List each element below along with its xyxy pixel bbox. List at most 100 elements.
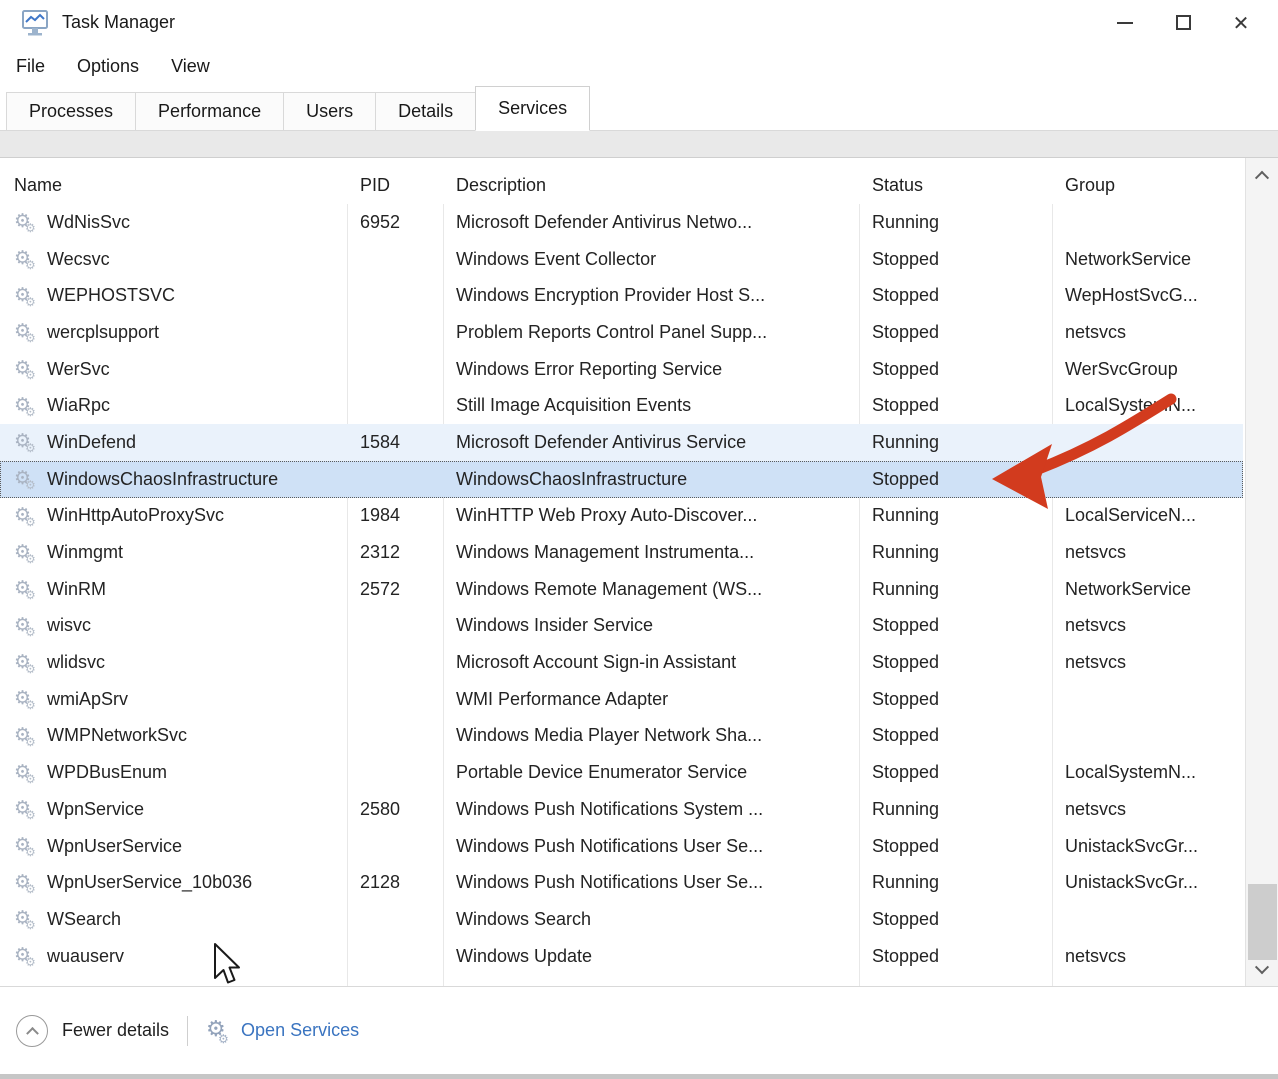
column-header-status[interactable]: Status [859, 175, 1052, 204]
scroll-down-button[interactable] [1246, 957, 1278, 983]
service-pid: 1584 [347, 432, 443, 453]
title-bar: Task Manager ✕ [0, 0, 1278, 45]
service-status: Stopped [859, 652, 1052, 673]
service-row[interactable]: ⚙⚙ wisvc Windows Insider Service Stopped… [0, 608, 1243, 645]
service-group: NetworkService [1052, 579, 1243, 600]
service-gear-icon: ⚙⚙ [14, 320, 41, 344]
service-row[interactable]: ⚙⚙ Wecsvc Windows Event Collector Stoppe… [0, 241, 1243, 278]
open-services-label: Open Services [241, 1020, 359, 1041]
service-description: Windows Event Collector [443, 249, 859, 270]
vertical-scrollbar[interactable] [1245, 158, 1278, 987]
service-gear-icon: ⚙⚙ [14, 394, 41, 418]
service-row[interactable]: ⚙⚙ WindowsChaosInfrastructure WindowsCha… [0, 461, 1243, 498]
service-status: Stopped [859, 725, 1052, 746]
service-row[interactable]: ⚙⚙ Winmgmt 2312 Windows Management Instr… [0, 534, 1243, 571]
service-name: wlidsvc [47, 652, 105, 673]
collapse-circle-icon [16, 1015, 48, 1047]
service-rows: ⚙⚙ WdNisSvc 6952 Microsoft Defender Anti… [0, 204, 1243, 974]
service-pid: 2128 [347, 872, 443, 893]
service-group: netsvcs [1052, 652, 1243, 673]
service-description: Windows Push Notifications User Se... [443, 836, 859, 857]
column-header-description[interactable]: Description [443, 175, 859, 204]
service-status: Running [859, 579, 1052, 600]
service-status: Stopped [859, 615, 1052, 636]
service-description: Windows Error Reporting Service [443, 359, 859, 380]
column-header-pid[interactable]: PID [347, 175, 443, 204]
service-status: Stopped [859, 359, 1052, 380]
service-description: Windows Encryption Provider Host S... [443, 285, 859, 306]
service-gear-icon: ⚙⚙ [14, 761, 41, 785]
scrollbar-thumb[interactable] [1248, 884, 1277, 960]
fewer-details-label: Fewer details [62, 1020, 169, 1041]
service-row[interactable]: ⚙⚙ WdNisSvc 6952 Microsoft Defender Anti… [0, 204, 1243, 241]
service-status: Stopped [859, 395, 1052, 416]
service-row[interactable]: ⚙⚙ WpnUserService Windows Push Notificat… [0, 828, 1243, 865]
service-status: Running [859, 505, 1052, 526]
service-pid: 6952 [347, 212, 443, 233]
service-group: netsvcs [1052, 322, 1243, 343]
tab-services[interactable]: Services [475, 86, 590, 131]
service-group: netsvcs [1052, 542, 1243, 563]
service-row[interactable]: ⚙⚙ WinDefend 1584 Microsoft Defender Ant… [0, 424, 1243, 461]
service-row[interactable]: ⚙⚙ wmiApSrv WMI Performance Adapter Stop… [0, 681, 1243, 718]
menu-bar: File Options View [0, 45, 1278, 88]
service-name: WpnUserService_10b036 [47, 872, 252, 893]
chevron-up-icon [26, 1027, 39, 1040]
column-header-name[interactable]: Name [0, 175, 347, 204]
service-gear-icon: ⚙⚙ [14, 430, 41, 454]
footer-divider [187, 1016, 188, 1046]
tab-users[interactable]: Users [283, 92, 376, 130]
service-row[interactable]: ⚙⚙ WinHttpAutoProxySvc 1984 WinHTTP Web … [0, 498, 1243, 535]
service-row[interactable]: ⚙⚙ WpnService 2580 Windows Push Notifica… [0, 791, 1243, 828]
service-description: WindowsChaosInfrastructure [443, 469, 859, 490]
tab-performance[interactable]: Performance [135, 92, 284, 130]
service-gear-icon: ⚙⚙ [14, 834, 41, 858]
menu-file[interactable]: File [14, 50, 47, 83]
menu-view[interactable]: View [169, 50, 212, 83]
service-group: netsvcs [1052, 799, 1243, 820]
close-button[interactable]: ✕ [1212, 0, 1270, 45]
fewer-details-button[interactable]: Fewer details [16, 1015, 169, 1047]
service-pid: 2580 [347, 799, 443, 820]
service-description: Windows Media Player Network Sha... [443, 725, 859, 746]
service-name: WinRM [47, 579, 106, 600]
service-row[interactable]: ⚙⚙ wuauserv Windows Update Stopped netsv… [0, 938, 1243, 975]
service-group: LocalSystemN... [1052, 395, 1243, 416]
service-row[interactable]: ⚙⚙ WerSvc Windows Error Reporting Servic… [0, 351, 1243, 388]
menu-options[interactable]: Options [75, 50, 141, 83]
service-gear-icon: ⚙⚙ [14, 247, 41, 271]
tab-processes[interactable]: Processes [6, 92, 136, 130]
service-description: WMI Performance Adapter [443, 689, 859, 710]
service-gear-icon: ⚙⚙ [14, 907, 41, 931]
service-group: NetworkService [1052, 249, 1243, 270]
service-status: Stopped [859, 689, 1052, 710]
service-row[interactable]: ⚙⚙ WinRM 2572 Windows Remote Management … [0, 571, 1243, 608]
service-row[interactable]: ⚙⚙ wlidsvc Microsoft Account Sign-in Ass… [0, 644, 1243, 681]
scroll-up-button[interactable] [1246, 162, 1278, 188]
service-group: netsvcs [1052, 615, 1243, 636]
service-description: Problem Reports Control Panel Supp... [443, 322, 859, 343]
service-row[interactable]: ⚙⚙ WSearch Windows Search Stopped [0, 901, 1243, 938]
maximize-button[interactable] [1154, 0, 1212, 45]
service-gear-icon: ⚙⚙ [14, 467, 41, 491]
open-services-link[interactable]: ⚙⚙ Open Services [206, 1019, 359, 1043]
footer-bar: Fewer details ⚙⚙ Open Services [0, 986, 1278, 1074]
services-gear-icon: ⚙⚙ [206, 1019, 233, 1043]
service-description: Windows Insider Service [443, 615, 859, 636]
service-row[interactable]: ⚙⚙ WPDBusEnum Portable Device Enumerator… [0, 754, 1243, 791]
service-row[interactable]: ⚙⚙ WiaRpc Still Image Acquisition Events… [0, 387, 1243, 424]
service-row[interactable]: ⚙⚙ WpnUserService_10b036 2128 Windows Pu… [0, 864, 1243, 901]
tab-details[interactable]: Details [375, 92, 476, 130]
service-row[interactable]: ⚙⚙ wercplsupport Problem Reports Control… [0, 314, 1243, 351]
service-description: Portable Device Enumerator Service [443, 762, 859, 783]
service-status: Stopped [859, 322, 1052, 343]
service-row[interactable]: ⚙⚙ WMPNetworkSvc Windows Media Player Ne… [0, 718, 1243, 755]
service-group: WerSvcGroup [1052, 359, 1243, 380]
service-description: Windows Push Notifications System ... [443, 799, 859, 820]
column-header-group[interactable]: Group [1052, 175, 1243, 204]
service-name: wercplsupport [47, 322, 159, 343]
service-group: UnistackSvcGr... [1052, 836, 1243, 857]
maximize-icon [1176, 15, 1191, 30]
service-row[interactable]: ⚙⚙ WEPHOSTSVC Windows Encryption Provide… [0, 277, 1243, 314]
minimize-button[interactable] [1096, 0, 1154, 45]
